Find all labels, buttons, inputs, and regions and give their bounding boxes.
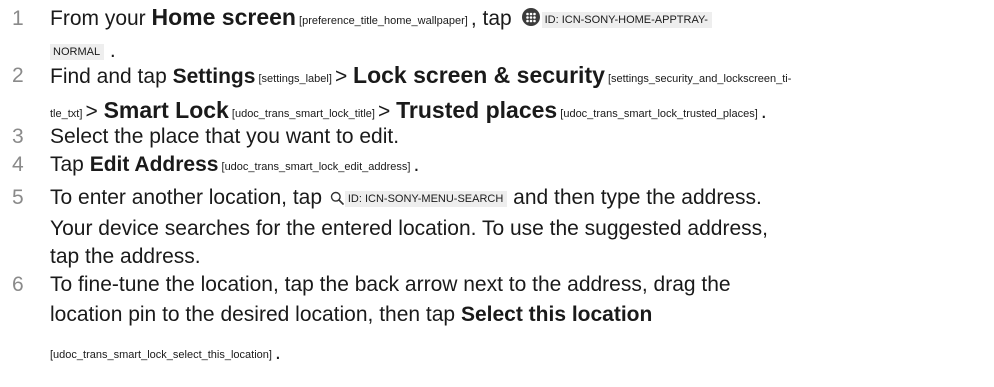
string-key: [settings_label] xyxy=(255,73,335,85)
step-text: tap the address. xyxy=(50,245,201,268)
step-text: . xyxy=(413,153,420,176)
step-text: From your xyxy=(50,7,152,30)
step-text: Tap xyxy=(50,153,90,176)
ui-label-select-location: Select this location xyxy=(460,303,653,326)
step-text: To fine-tune the location, tap the back … xyxy=(50,273,731,296)
step-text: Your device searches for the entered loc… xyxy=(50,217,768,240)
step-text: > xyxy=(85,100,104,123)
ui-label-settings: Settings xyxy=(172,65,256,88)
step-number: 3 xyxy=(12,125,24,148)
icon-id-tag: ID: ICN-SONY-MENU-SEARCH xyxy=(344,191,508,207)
search-icon xyxy=(330,191,344,205)
string-key: [udoc_trans_smart_lock_trusted_places] xyxy=(557,108,761,120)
step-number: 4 xyxy=(12,153,24,176)
string-key: [udoc_trans_smart_lock_title] xyxy=(228,108,379,120)
ui-label-trusted-places: Trusted places xyxy=(396,97,558,123)
ui-label-smart-lock: Smart Lock xyxy=(103,97,229,123)
string-key: [udoc_trans_smart_lock_edit_address] xyxy=(218,161,414,173)
string-key: [preference_title_home_wallpaper] xyxy=(295,15,471,27)
string-key: [settings_security_and_lockscreen_ti- xyxy=(604,73,792,85)
step-text: and then type the address. xyxy=(507,186,762,209)
apps-grid-icon xyxy=(521,8,540,26)
string-key: tle_txt] xyxy=(50,108,86,120)
step-number: 2 xyxy=(12,64,24,87)
step-text: Find and tap xyxy=(50,65,173,88)
string-key: [udoc_trans_smart_lock_select_this_locat… xyxy=(50,349,276,361)
step-text: > xyxy=(378,100,397,123)
step-text: . xyxy=(275,341,281,364)
step-number: 5 xyxy=(12,186,24,209)
step-text: . xyxy=(760,100,767,123)
step-text: location pin to the desired location, th… xyxy=(50,303,461,326)
step-text: To enter another location, tap xyxy=(50,186,328,209)
ui-label-lock-screen: Lock screen & security xyxy=(353,62,605,88)
step-text: Select the place that you want to edit. xyxy=(50,125,400,148)
step-number: 1 xyxy=(12,7,24,30)
ui-label-home-screen: Home screen xyxy=(151,4,296,30)
ui-label-edit-address: Edit Address xyxy=(89,153,219,176)
step-text: , tap xyxy=(470,7,518,30)
step-text: > xyxy=(334,65,354,88)
step-number: 6 xyxy=(12,273,24,296)
instruction-document: 1 From your Home screen [preference_titl… xyxy=(0,0,994,387)
icon-id-tag: ID: ICN-SONY-HOME-APPTRAY- xyxy=(541,12,712,28)
